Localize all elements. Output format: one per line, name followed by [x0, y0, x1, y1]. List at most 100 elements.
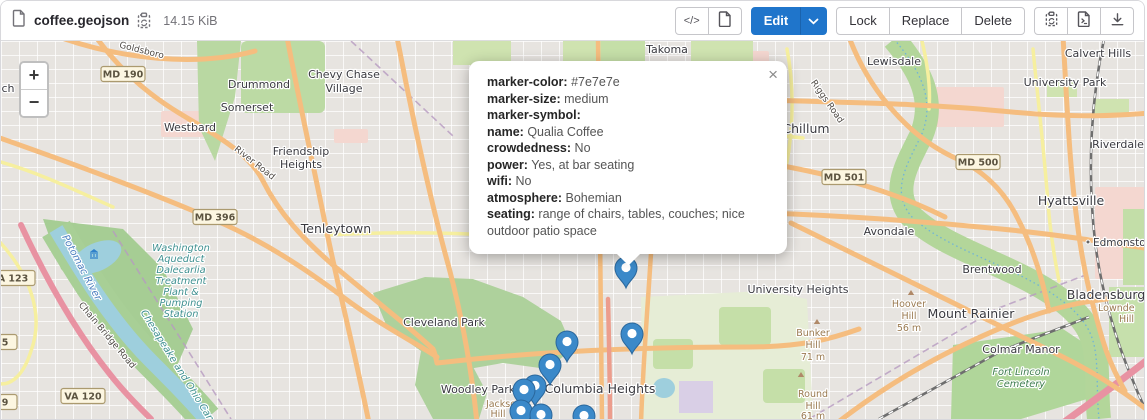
svg-text:MD 501: MD 501 — [824, 173, 864, 184]
svg-text:Plant &: Plant & — [163, 287, 199, 298]
label-friendship-2: Heights — [280, 158, 322, 171]
svg-text:Aqueduct: Aqueduct — [157, 254, 206, 265]
svg-text:5: 5 — [2, 338, 9, 349]
svg-text:Pumping: Pumping — [159, 298, 202, 309]
route-badge-md501: MD 501 — [822, 170, 866, 185]
popup-property: seating: range of chairs, tables, couche… — [487, 206, 773, 239]
label-tenleytown: Tenleytown — [300, 221, 371, 236]
copy-file-path-button[interactable] — [136, 12, 152, 29]
view-toggle-group: </> — [675, 7, 742, 35]
popup-property: marker-size: medium — [487, 91, 773, 108]
route-badge-partial-9: 9 — [1, 395, 17, 410]
property-value: Qualia Coffee — [527, 125, 603, 139]
route-badge-md396: MD 396 — [193, 210, 237, 225]
property-key: marker-size: — [487, 92, 561, 106]
property-value: No — [575, 141, 591, 155]
popup-property: name: Qualia Coffee — [487, 124, 773, 141]
label-calvert-hills: Calvert Hills — [1065, 47, 1132, 60]
map-zoom-control: + − — [19, 61, 49, 118]
label-partial: ch — [1, 82, 14, 95]
svg-text:MD 190: MD 190 — [103, 70, 144, 81]
file-icon — [11, 9, 27, 32]
file-info: coffee.geojson 14.15 KiB — [11, 9, 217, 32]
file-utility-group — [1034, 7, 1134, 35]
display-rendered-button[interactable] — [708, 7, 742, 35]
label-edmonston: Edmonston — [1093, 237, 1145, 249]
zoom-in-button[interactable]: + — [21, 63, 47, 90]
svg-text:56 m: 56 m — [897, 323, 921, 334]
property-key: marker-color: — [487, 75, 568, 89]
property-key: name: — [487, 125, 524, 139]
svg-text:9: 9 — [2, 398, 9, 409]
property-key: marker-symbol: — [487, 108, 581, 122]
chevron-down-icon — [808, 13, 819, 28]
download-button[interactable] — [1100, 7, 1134, 35]
copy-contents-button[interactable] — [1034, 7, 1068, 35]
file-viewer: coffee.geojson 14.15 KiB </> Edit Lock R… — [0, 0, 1145, 420]
file-size: 14.15 KiB — [163, 14, 217, 28]
reservoir-pond — [653, 378, 675, 398]
popup-close-button[interactable]: × — [766, 64, 780, 85]
route-badge-md190: MD 190 — [101, 67, 145, 82]
file-name: coffee.geojson — [34, 13, 129, 28]
popup-property: power: Yes, at bar seating — [487, 157, 773, 174]
zoom-out-button[interactable]: − — [21, 90, 47, 116]
svg-text:71 m: 71 m — [801, 352, 825, 363]
svg-text:MD 500: MD 500 — [958, 158, 999, 169]
popup-property: marker-symbol: — [487, 107, 773, 124]
svg-text:Hill: Hill — [901, 311, 916, 322]
svg-text:VA 120: VA 120 — [64, 392, 102, 403]
label-columbia-heights: Columbia Heights — [545, 381, 656, 396]
label-mount-rainier: Mount Rainier — [928, 306, 1016, 321]
code-icon: </> — [684, 15, 700, 27]
svg-text:Station: Station — [164, 309, 199, 320]
label-takoma: Takoma — [645, 43, 688, 56]
property-value: #7e7e7e — [571, 75, 620, 89]
label-chevy-chase: Chevy Chase — [308, 68, 380, 81]
svg-text:61 m: 61 m — [801, 411, 825, 419]
marker-popup: × marker-color: #7e7e7e marker-size: med… — [469, 61, 787, 254]
label-lownde-hill: Lownde — [1098, 303, 1135, 314]
display-source-button[interactable]: </> — [675, 7, 709, 35]
label-brentwood: Brentwood — [962, 263, 1021, 276]
edit-dropdown-toggle[interactable] — [800, 7, 827, 35]
replace-button[interactable]: Replace — [889, 7, 963, 35]
label-somerset: Somerset — [221, 101, 274, 114]
cemetery-area — [679, 381, 713, 413]
file-code-icon — [1077, 11, 1091, 30]
edit-split-button: Edit — [751, 7, 828, 35]
property-key: seating: — [487, 207, 535, 221]
property-key: wifi: — [487, 174, 512, 188]
label-riverdale: Riverdale — [1092, 138, 1144, 151]
lock-button[interactable]: Lock — [836, 7, 889, 35]
popup-property: atmosphere: Bohemian — [487, 190, 773, 207]
property-key: power: — [487, 158, 528, 172]
geojson-map[interactable]: MD 190 MD 396 MD 500 MD 501 VA 120 A 123… — [1, 41, 1145, 419]
label-round-hill: Round — [798, 389, 828, 400]
label-aqueduct: Washington — [152, 243, 210, 254]
route-badge-md500: MD 500 — [956, 155, 1000, 170]
label-bladensburg: Bladensburg — [1067, 287, 1145, 302]
property-key: crowdedness: — [487, 141, 571, 155]
edit-button[interactable]: Edit — [751, 7, 802, 35]
svg-text:Treatment: Treatment — [156, 276, 208, 287]
svg-text:Hill: Hill — [805, 340, 820, 351]
property-value: Bohemian — [566, 191, 622, 205]
file-blob-icon — [718, 11, 732, 30]
route-badge-va120: VA 120 — [61, 389, 105, 404]
popup-property: wifi: No — [487, 173, 773, 190]
download-icon — [1110, 12, 1125, 30]
label-westbard: Westbard — [164, 121, 216, 134]
label-cleveland-park: Cleveland Park — [403, 316, 485, 329]
file-actions: </> Edit Lock Replace Delete — [675, 7, 1134, 35]
label-chevy-chase-2: Village — [326, 82, 363, 95]
open-raw-button[interactable] — [1067, 7, 1101, 35]
label-drummond: Drummond — [228, 78, 290, 91]
file-operations-group: Lock Replace Delete — [836, 7, 1025, 35]
delete-button[interactable]: Delete — [961, 7, 1025, 35]
label-bunker-hill: Bunker — [796, 328, 830, 339]
map-marker[interactable] — [510, 400, 532, 419]
property-value: Yes, at bar seating — [531, 158, 634, 172]
property-key: atmosphere: — [487, 191, 562, 205]
svg-text:Dalecarlia: Dalecarlia — [156, 265, 205, 276]
